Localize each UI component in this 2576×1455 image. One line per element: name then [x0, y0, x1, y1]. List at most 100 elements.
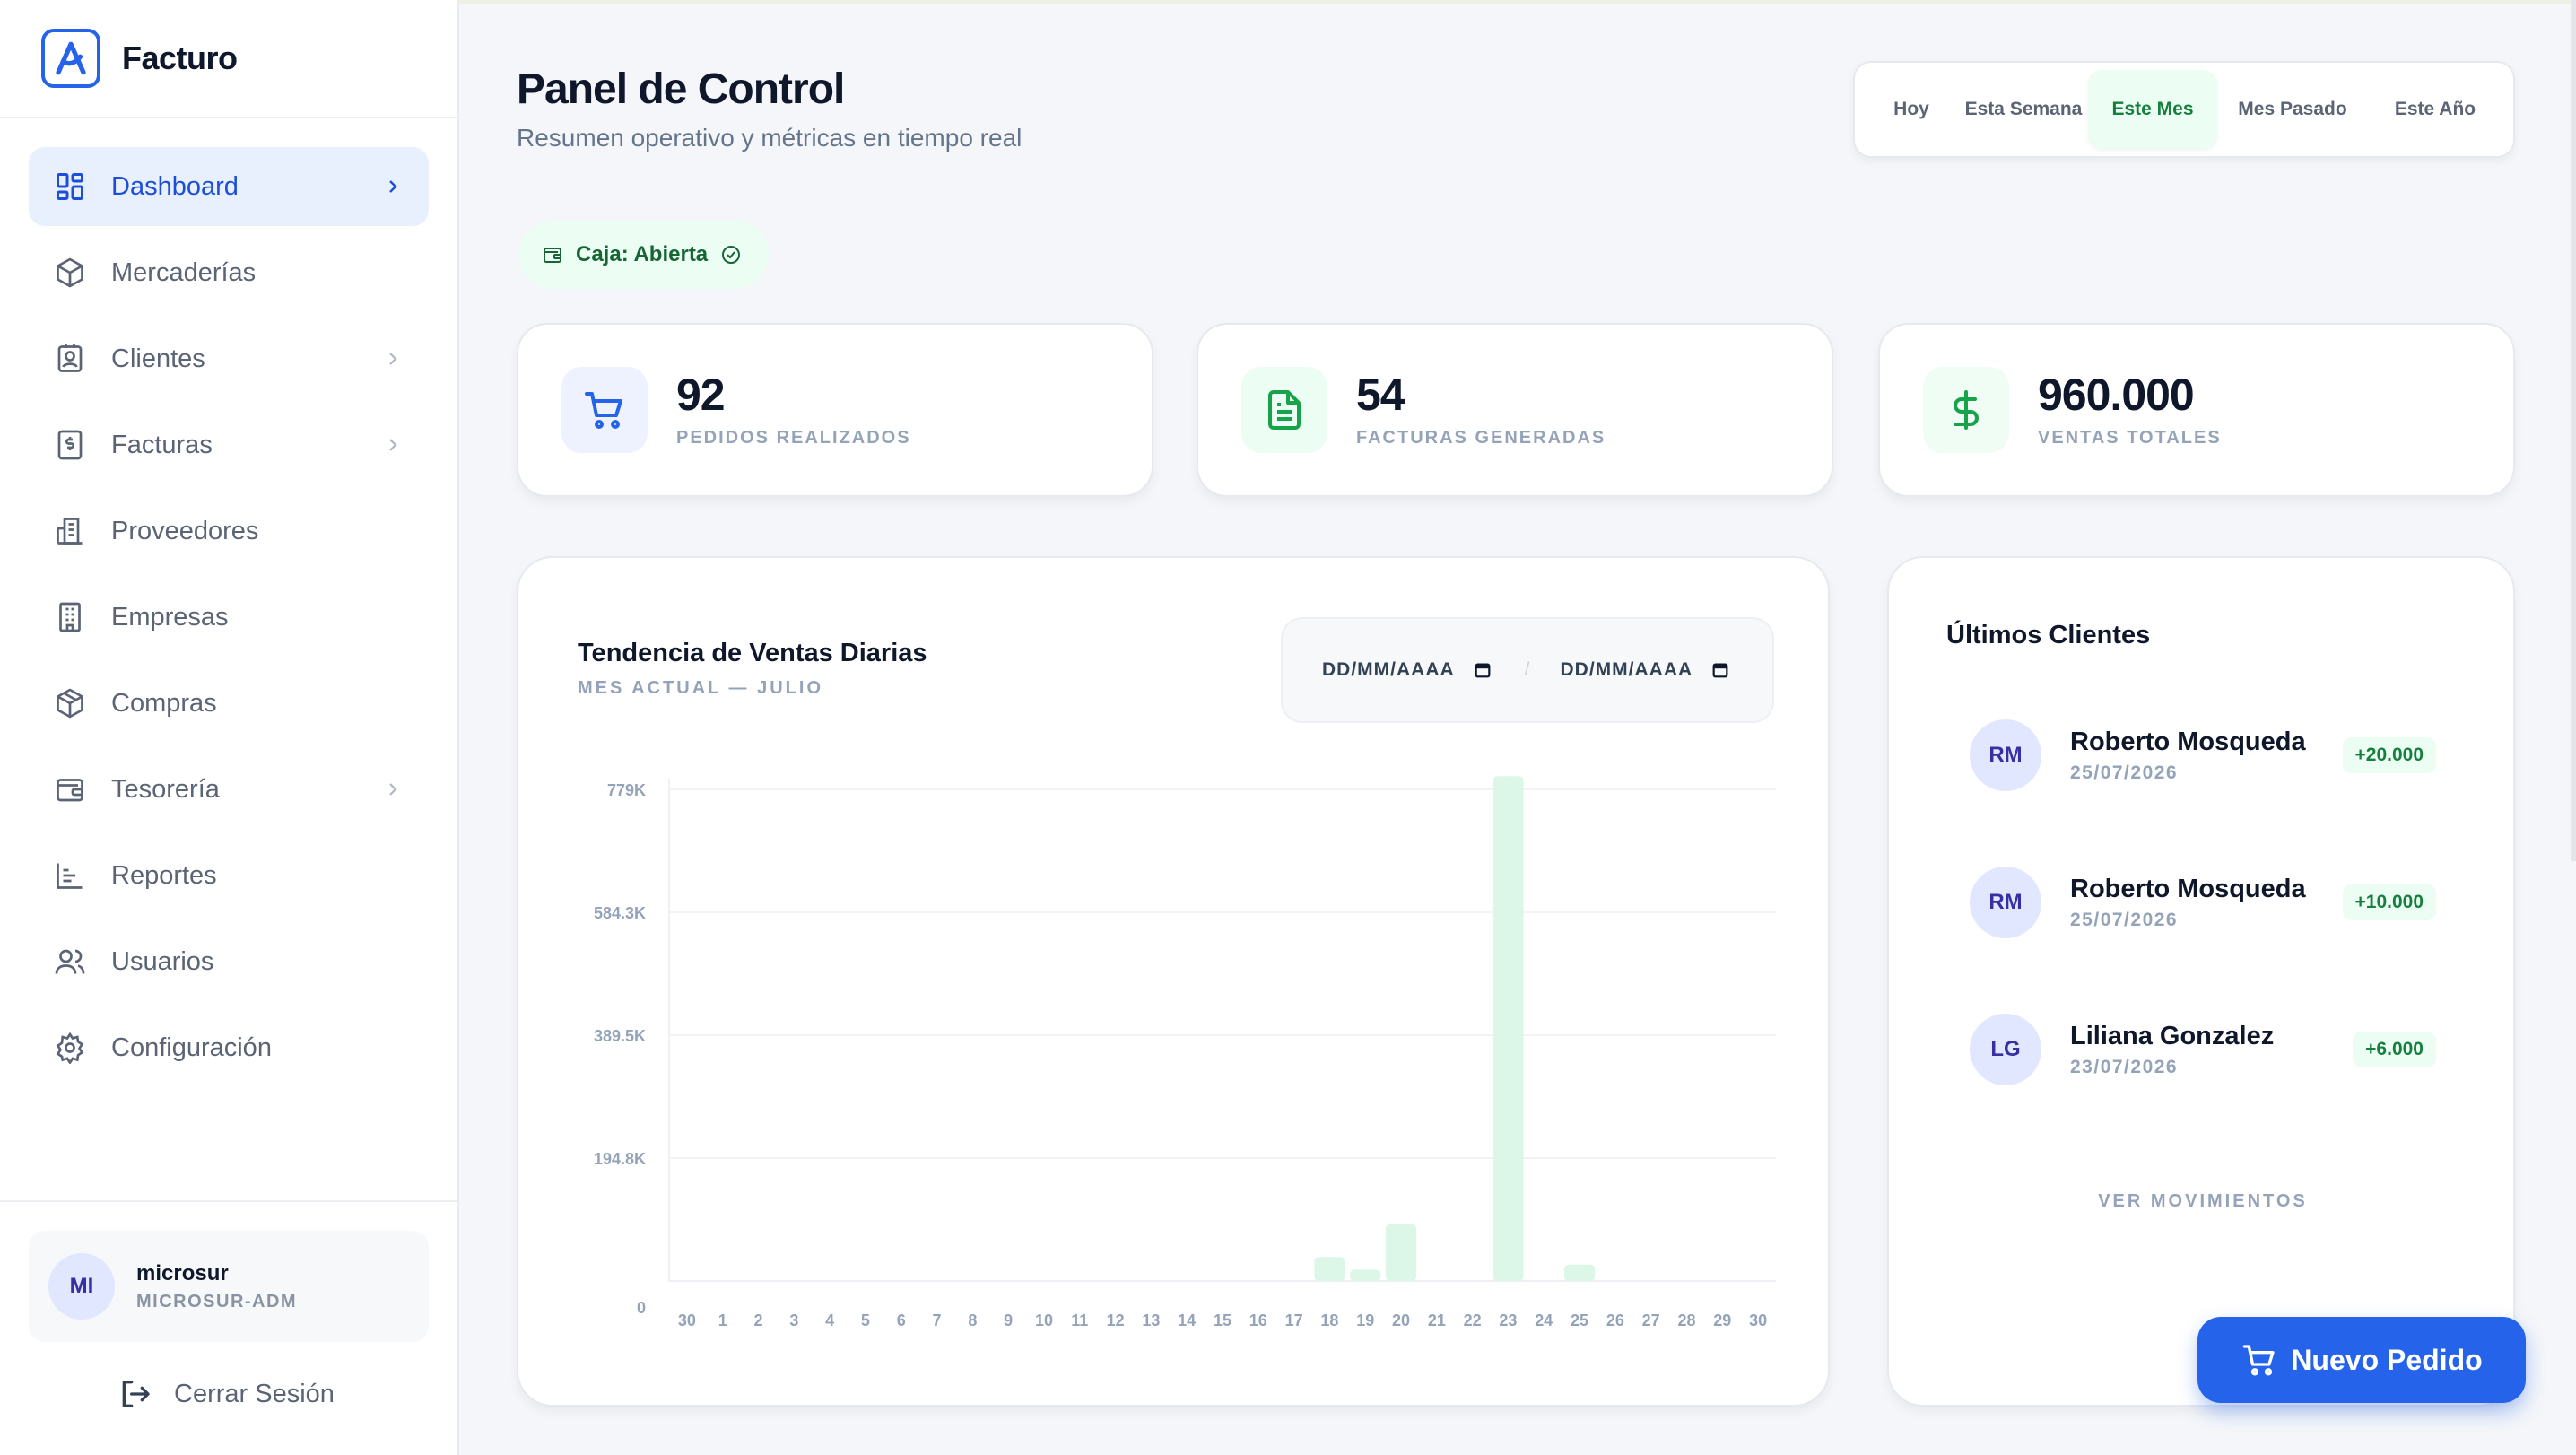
sidebar-item-usuarios[interactable]: Usuarios	[29, 922, 429, 1001]
sidebar-item-reportes[interactable]: Reportes	[29, 836, 429, 915]
chevron-right-icon	[380, 432, 405, 457]
avatar: MI	[48, 1253, 115, 1320]
sidebar-item-label: Reportes	[111, 860, 217, 890]
building-icon	[52, 513, 88, 549]
contact-icon	[52, 341, 88, 377]
x-tick-label: 22	[1464, 1311, 1482, 1329]
sales-trend-panel: Tendencia de Ventas Diarias MES ACTUAL —…	[517, 556, 1830, 1407]
recent-clients-panel: Últimos Clientes RM Roberto Mosqueda 25/…	[1887, 556, 2515, 1407]
user-card[interactable]: MI microsur MICROSUR-ADM	[29, 1231, 429, 1342]
gear-icon	[52, 1030, 88, 1066]
sidebar-item-label: Configuración	[111, 1032, 272, 1062]
stat-card-ventas[interactable]: 960.000 VENTAS TOTALES	[1878, 323, 2515, 497]
x-tick-label: 3	[789, 1311, 798, 1329]
page-scrollbar[interactable]	[2571, 0, 2576, 861]
avatar: RM	[1970, 719, 2041, 791]
range-este-ano-button[interactable]: Este Año	[2368, 70, 2502, 149]
stat-label: PEDIDOS REALIZADOS	[676, 427, 911, 448]
x-tick-label: 7	[933, 1311, 942, 1329]
sidebar-item-empresas[interactable]: Empresas	[29, 578, 429, 657]
x-tick-label: 9	[1004, 1311, 1013, 1329]
wallet-icon	[52, 771, 88, 807]
chevron-right-icon	[380, 174, 405, 199]
sidebar-item-label: Facturas	[111, 430, 213, 459]
x-tick-label: 29	[1713, 1311, 1731, 1329]
sidebar-item-facturas[interactable]: Facturas	[29, 405, 429, 484]
clients-title: Últimos Clientes	[1946, 621, 2151, 649]
caja-status-label: Caja: Abierta	[576, 242, 709, 266]
sidebar-item-tesoreria[interactable]: Tesorería	[29, 750, 429, 829]
sidebar-item-configuracion[interactable]: Configuración	[29, 1008, 429, 1087]
client-amount-badge: +10.000	[2342, 884, 2436, 920]
date-range-selector: Hoy Esta Semana Este Mes Mes Pasado Este…	[1853, 61, 2515, 158]
x-tick-label: 6	[897, 1311, 906, 1329]
client-row[interactable]: LG Liliana Gonzalez 23/07/2026 +6.000	[1970, 1012, 2436, 1087]
stat-card-facturas[interactable]: 54 FACTURAS GENERADAS	[1197, 323, 1833, 497]
sidebar-footer: MI microsur MICROSUR-ADM Cerrar Sesión	[0, 1200, 457, 1408]
y-tick-label: 0	[637, 1299, 646, 1317]
user-role: MICROSUR-ADM	[136, 1291, 298, 1311]
bar-day-18[interactable]	[1314, 1257, 1345, 1281]
sidebar-item-mercaderias[interactable]: Mercaderías	[29, 233, 429, 312]
bar-day-20[interactable]	[1385, 1224, 1417, 1281]
range-este-mes-button[interactable]: Este Mes	[2088, 70, 2217, 149]
avatar: RM	[1970, 867, 2041, 938]
bar-day-25[interactable]	[1563, 1264, 1596, 1281]
logout-label: Cerrar Sesión	[174, 1379, 335, 1408]
x-tick-label: 27	[1642, 1311, 1660, 1329]
client-name: Roberto Mosqueda	[2070, 727, 2306, 756]
see-movements-link[interactable]: VER MOVIMIENTOS	[1889, 1191, 2517, 1212]
client-date: 25/07/2026	[2070, 909, 2179, 930]
x-tick-label: 1	[718, 1311, 727, 1329]
client-row[interactable]: RM Roberto Mosqueda 25/07/2026 +10.000	[1970, 865, 2436, 940]
caja-status-badge[interactable]: Caja: Abierta	[518, 221, 770, 289]
x-tick-label: 26	[1606, 1311, 1624, 1329]
users-icon	[52, 944, 88, 980]
sidebar-item-dashboard[interactable]: Dashboard	[29, 147, 429, 226]
stat-value: 92	[676, 369, 726, 420]
x-tick-label: 23	[1499, 1311, 1517, 1329]
sidebar-item-compras[interactable]: Compras	[29, 664, 429, 743]
office-icon	[52, 599, 88, 635]
client-amount-badge: +6.000	[2353, 1032, 2436, 1067]
sidebar-item-label: Usuarios	[111, 946, 214, 976]
chevron-right-icon	[380, 346, 405, 371]
stat-card-pedidos[interactable]: 92 PEDIDOS REALIZADOS	[517, 323, 1153, 497]
x-tick-label: 25	[1571, 1311, 1588, 1329]
x-tick-label: 21	[1428, 1311, 1446, 1329]
sidebar-item-proveedores[interactable]: Proveedores	[29, 492, 429, 571]
client-row[interactable]: RM Roberto Mosqueda 25/07/2026 +20.000	[1970, 718, 2436, 793]
x-tick-label: 5	[861, 1311, 870, 1329]
range-mes-pasado-button[interactable]: Mes Pasado	[2217, 70, 2368, 149]
logout-icon	[115, 1374, 154, 1414]
x-tick-label: 28	[1677, 1311, 1695, 1329]
bar-day-23[interactable]	[1493, 776, 1524, 1281]
x-tick-label: 30	[1749, 1311, 1767, 1329]
range-hoy-button[interactable]: Hoy	[1864, 70, 1959, 149]
x-tick-label: 24	[1535, 1311, 1553, 1329]
stat-label: FACTURAS GENERADAS	[1356, 427, 1606, 448]
chevron-right-icon	[380, 777, 405, 802]
sidebar-item-clientes[interactable]: Clientes	[29, 319, 429, 398]
x-tick-label: 18	[1320, 1311, 1338, 1329]
stat-value: 960.000	[2038, 369, 2195, 420]
new-order-button[interactable]: Nuevo Pedido	[2197, 1317, 2526, 1403]
sidebar-item-label: Clientes	[111, 344, 205, 373]
app-name: Facturo	[122, 39, 238, 76]
client-name: Liliana Gonzalez	[2070, 1021, 2275, 1050]
client-date: 25/07/2026	[2070, 762, 2179, 783]
x-tick-label: 11	[1071, 1311, 1088, 1329]
bar-day-19[interactable]	[1350, 1269, 1381, 1281]
sidebar-item-label: Compras	[111, 688, 217, 718]
client-name: Roberto Mosqueda	[2070, 874, 2306, 903]
logo-icon	[41, 29, 100, 88]
sidebar-item-label: Mercaderías	[111, 257, 257, 287]
page-subtitle: Resumen operativo y métricas en tiempo r…	[517, 124, 1023, 152]
range-esta-semana-button[interactable]: Esta Semana	[1959, 70, 2088, 149]
cart-icon	[2241, 1341, 2278, 1379]
y-tick-label: 779K	[607, 781, 646, 799]
client-amount-badge: +20.000	[2342, 737, 2436, 773]
package-icon	[52, 685, 88, 721]
logout-button[interactable]: Cerrar Sesión	[115, 1374, 335, 1414]
brand[interactable]: Facturo	[0, 0, 457, 118]
